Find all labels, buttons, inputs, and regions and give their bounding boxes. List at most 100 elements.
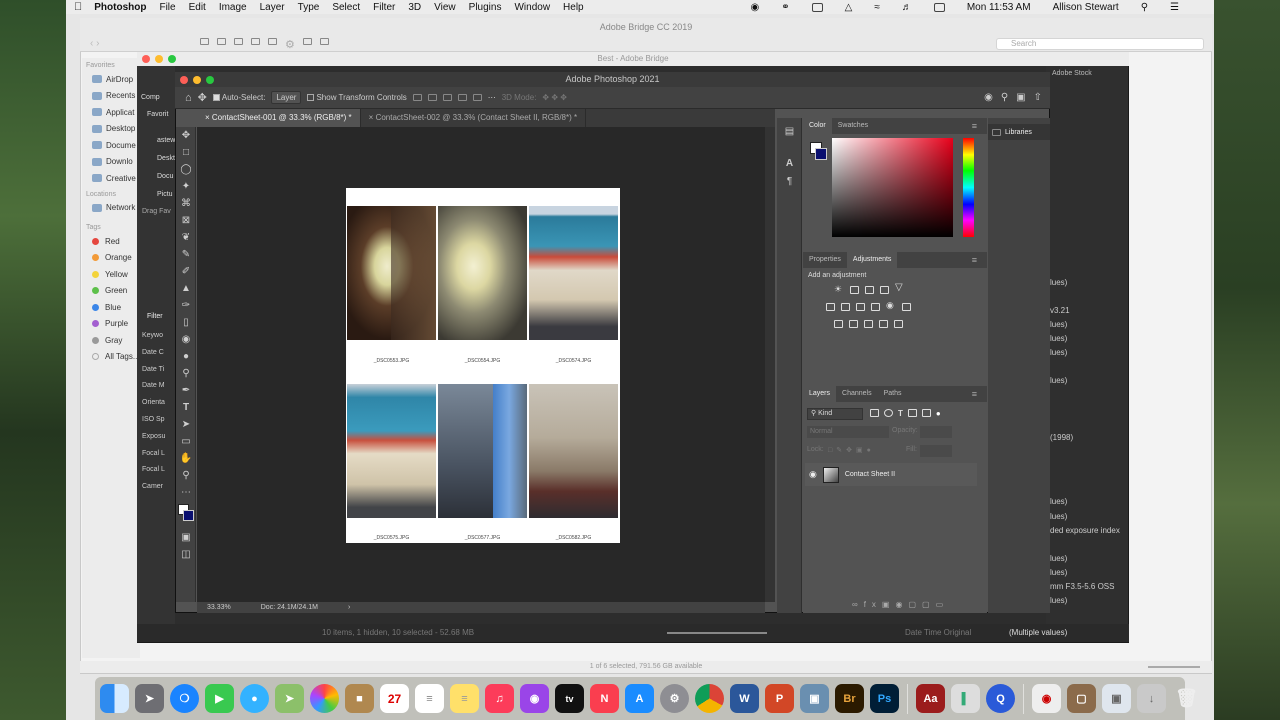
paragraph-panel-icon[interactable]: ¶ [777,172,802,190]
share-icon[interactable] [302,38,312,45]
tag-blue[interactable]: Blue [82,299,140,316]
tab-properties[interactable]: Properties [803,252,847,268]
filter-adjustment-icon[interactable] [884,409,893,417]
filter-date-time[interactable]: Date Ti [142,362,175,379]
notes-icon[interactable]: ≡ [450,684,479,713]
gradient-map-icon[interactable] [879,320,888,328]
minimize-icon[interactable] [155,55,163,63]
libraries-tab[interactable]: Libraries [988,124,1050,140]
sidebar-item-network[interactable]: Network [82,200,140,217]
screenshot-stack-icon[interactable]: ▣ [1102,684,1131,713]
contacts-icon[interactable]: ■ [345,684,374,713]
creative-cloud-icon[interactable]: ⚭ [781,2,789,13]
tab-paths[interactable]: Paths [878,386,908,402]
dictionary-icon[interactable]: Aa [916,684,945,713]
menu-filter[interactable]: Filter [373,2,395,13]
calendar-icon[interactable]: 27 [380,684,409,713]
eye-icon[interactable]: ◉ [809,469,817,480]
character-panel-icon[interactable]: A [777,154,802,172]
eraser-tool-icon[interactable]: ▯ [176,314,196,331]
distribute-icon[interactable] [472,94,482,101]
numbers-icon[interactable]: ▌ [951,684,980,713]
bridge-icon[interactable]: Br [835,684,864,713]
view-grid-icon[interactable] [200,38,209,45]
blend-mode-dropdown[interactable]: Normal [807,426,889,438]
launchpad-icon[interactable]: ➤ [135,684,164,713]
layer-filter-kind-dropdown[interactable]: ⚲ Kind [807,408,863,420]
zoom-icon[interactable] [168,55,176,63]
menu-view[interactable]: View [434,2,456,13]
menu-edit[interactable]: Edit [189,2,206,13]
frame-tool-icon[interactable]: ⊠ [176,212,196,229]
tab-swatches[interactable]: Swatches [832,118,874,134]
auto-select-target-dropdown[interactable]: Layer [271,91,302,104]
vibrance-icon[interactable]: ▽ [895,282,903,293]
home-icon[interactable]: ⌂ [185,92,192,104]
background-color-swatch[interactable] [183,510,194,521]
align-right-icon[interactable] [442,94,452,101]
tag-all[interactable]: All Tags... [82,349,140,366]
menubar-clock[interactable]: Mon 11:53 AM [967,2,1031,13]
notification-center-icon[interactable]: ☰ [1170,2,1179,13]
finder-icon[interactable] [100,684,129,713]
layer-row[interactable]: ◉ Contact Sheet II [805,463,977,486]
menu-help[interactable]: Help [563,2,584,13]
tag-icon[interactable] [319,38,329,45]
lock-icons[interactable]: □✎✥▣● [828,446,875,454]
brush-tool-icon[interactable]: ✐ [176,263,196,280]
tag-yellow[interactable]: Yellow [82,266,140,283]
color-picker-field[interactable] [832,138,953,237]
tab-color[interactable]: Color [803,118,832,134]
close-icon[interactable] [180,76,188,84]
apple-icon[interactable]:  [74,1,82,13]
curves-icon[interactable] [865,286,874,294]
tab-channels[interactable]: Channels [836,386,878,402]
show-transform-checkbox[interactable]: Show Transform Controls [307,93,407,102]
menu-file[interactable]: File [159,2,175,13]
more-options-icon[interactable]: ⋯ [488,93,496,102]
folder-stack-icon[interactable]: ▢ [1067,684,1096,713]
tag-orange[interactable]: Orange [82,250,140,267]
filter-pixel-icon[interactable] [870,409,879,417]
menubar-user[interactable]: Allison Stewart [1053,2,1119,13]
tag-red[interactable]: Red [82,233,140,250]
search-input[interactable]: Search [996,38,1204,50]
news-icon[interactable]: N [590,684,619,713]
search-icon[interactable]: ⚲ [1001,92,1008,103]
record-icon[interactable]: ◉ [750,2,759,13]
opacity-input[interactable] [920,426,952,438]
zoom-slider[interactable] [1148,666,1200,668]
bridge-item-pictures[interactable]: Pictu [157,186,175,204]
zoom-tool-icon[interactable]: ⚲ [176,467,196,484]
rectangle-tool-icon[interactable]: ▭ [176,433,196,450]
hue-saturation-icon[interactable] [826,303,835,311]
color-lookup-icon[interactable] [902,303,911,311]
music-icon[interactable]: ♫ [485,684,514,713]
dodge-tool-icon[interactable]: ⚲ [176,365,196,382]
quick-mask-icon[interactable]: ▣ [176,529,196,546]
photos-icon[interactable] [310,684,339,713]
messages-icon[interactable]: ● [240,684,269,713]
system-preferences-icon[interactable]: ⚙ [660,684,689,713]
sidebar-item-recents[interactable]: Recents [82,88,140,105]
filter-smart-object-icon[interactable] [921,409,931,417]
panel-menu-icon[interactable]: ≡ [966,252,983,268]
filter-focal-length-35[interactable]: Focal L [142,462,175,479]
panel-menu-icon[interactable]: ≡ [966,118,983,134]
filter-toggle-icon[interactable]: ● [936,409,941,418]
menu-plugins[interactable]: Plugins [469,2,502,13]
stamp-tool-icon[interactable]: ▲ [176,280,196,297]
sidebar-item-airdrop[interactable]: AirDrop [82,71,140,88]
powerpoint-icon[interactable]: P [765,684,794,713]
selective-color-icon[interactable] [894,320,903,328]
photo-filter-icon[interactable] [871,303,880,311]
paint-bucket-icon[interactable]: ◉ [176,331,196,348]
nav-back-forward-icon[interactable]: ‹ › [90,38,99,49]
threshold-icon[interactable] [864,320,873,328]
share-icon[interactable]: ⇧ [1034,92,1042,103]
path-select-icon[interactable]: ➤ [176,416,196,433]
brightness-contrast-icon[interactable]: ☀ [834,284,842,295]
quick-select-tool-icon[interactable]: ✦ [176,178,196,195]
menu-3d[interactable]: 3D [408,2,421,13]
menu-layer[interactable]: Layer [260,2,285,13]
